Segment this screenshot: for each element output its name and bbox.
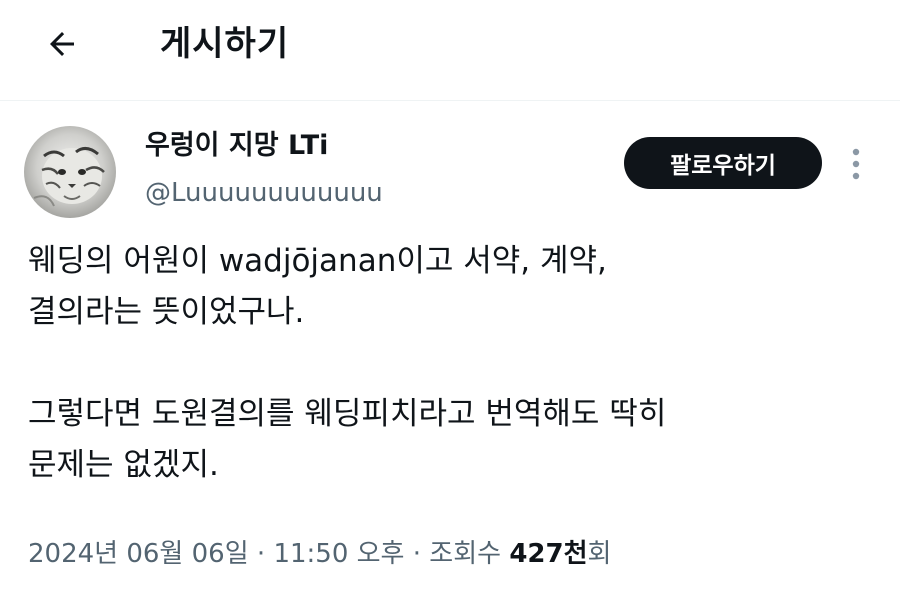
post-date[interactable]: 2024년 06월 06일 (28, 539, 249, 569)
tweet-line: 웨딩의 어원이 wadjōjanan이고 서약, 계약, (28, 243, 607, 279)
views-suffix: 회 (587, 539, 612, 569)
tweet-line: 문제는 없겠지. (28, 447, 219, 483)
follow-button[interactable]: 팔로우하기 (624, 137, 822, 189)
page-title: 게시하기 (160, 24, 290, 64)
tweet-text: 웨딩의 어원이 wadjōjanan이고 서약, 계약, 결의라는 뜻이었구나.… (28, 236, 878, 491)
author-handle[interactable]: @Luuuuuuuuuuuu (145, 176, 383, 210)
views-label: 조회수 (429, 539, 502, 569)
author-display-name[interactable]: 우렁이 지망 LTi (145, 128, 328, 164)
top-bar: 게시하기 (0, 0, 900, 101)
avatar[interactable] (24, 126, 116, 218)
views-count[interactable]: 427천 (509, 539, 587, 569)
post-time[interactable]: 11:50 오후 (273, 539, 404, 569)
separator-dot: · (412, 539, 422, 569)
back-button[interactable] (38, 20, 86, 68)
separator-dot: · (256, 539, 266, 569)
tweet-line: 그렇다면 도원결의를 웨딩피치라고 번역해도 딱히 (28, 396, 667, 432)
more-vertical-icon (852, 148, 860, 180)
tiger-avatar-icon (24, 126, 116, 218)
arrow-left-icon (50, 32, 74, 56)
follow-button-label: 팔로우하기 (670, 153, 776, 179)
tweet-line: 결의라는 뜻이었구나. (28, 294, 305, 330)
more-options-button[interactable] (842, 142, 870, 186)
tweet-metadata: 2024년 06월 06일 · 11:50 오후 · 조회수 427천회 (28, 534, 611, 574)
